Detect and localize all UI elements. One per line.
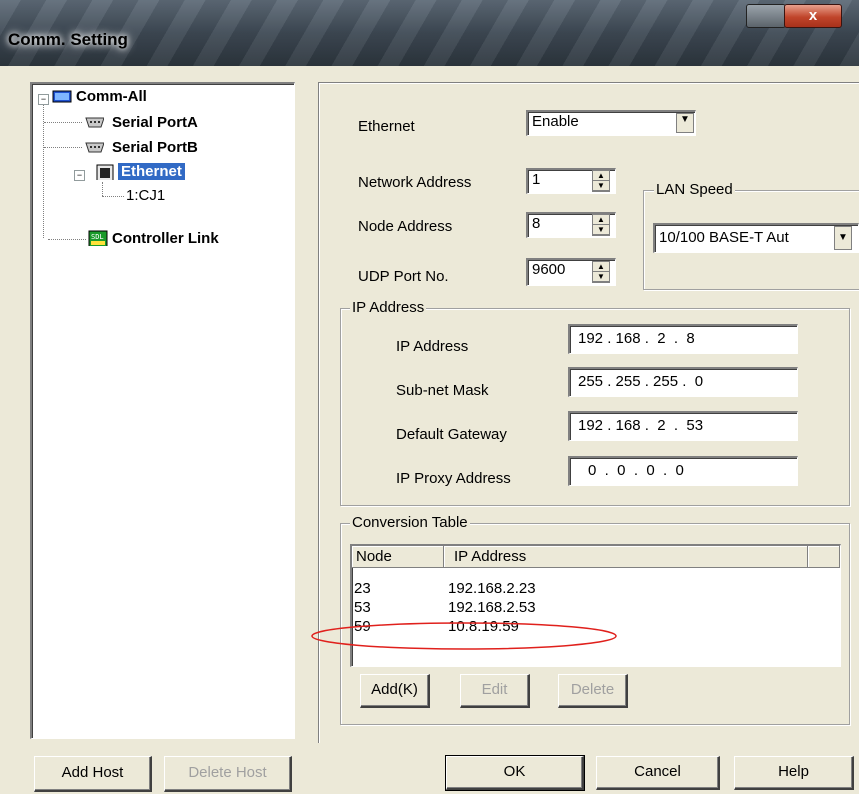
- column-header-ip-address[interactable]: IP Address: [444, 546, 808, 568]
- lan-speed-select[interactable]: 10/100 BASE-T Aut: [653, 223, 859, 253]
- help-button[interactable]: Help: [734, 756, 854, 790]
- tree-item-ethernet[interactable]: Ethernet: [118, 163, 185, 180]
- spin-down-icon[interactable]: ▼: [593, 225, 609, 235]
- table-row-node[interactable]: 23: [354, 580, 371, 597]
- title-bar[interactable]: Comm. Setting x: [0, 0, 859, 66]
- delete-host-button[interactable]: Delete Host: [164, 756, 292, 792]
- table-row-ip[interactable]: 192.168.2.53: [448, 599, 536, 616]
- table-row-ip[interactable]: 192.168.2.23: [448, 580, 536, 597]
- add-host-button[interactable]: Add Host: [34, 756, 152, 792]
- tree-item-comm-all[interactable]: Comm-All: [76, 88, 147, 105]
- subnet-mask-field[interactable]: 255 . 255 . 255 . 0: [568, 367, 798, 397]
- add-button[interactable]: Add(K): [360, 674, 430, 708]
- column-header-blank[interactable]: [808, 546, 840, 568]
- default-gateway-field[interactable]: 192 . 168 . 2 . 53: [568, 411, 798, 441]
- ethernet-select[interactable]: Enable: [526, 110, 696, 136]
- default-gateway-value: 192 . 168 . 2 . 53: [578, 417, 704, 434]
- comm-setting-window: Comm. Setting x − Comm-All Serial PortA …: [0, 0, 859, 794]
- collapse-icon[interactable]: −: [74, 170, 85, 181]
- udp-port-label: UDP Port No.: [358, 268, 449, 285]
- tree-line: [102, 182, 103, 196]
- tree-line: [102, 196, 124, 197]
- lan-speed-title: LAN Speed: [654, 181, 735, 198]
- tree-item-controller-link[interactable]: Controller Link: [112, 230, 219, 247]
- spin-down-icon[interactable]: ▼: [593, 272, 609, 282]
- edit-button[interactable]: Edit: [460, 674, 530, 708]
- ip-address-value: 192 . 168 . 2 . 8: [578, 330, 695, 347]
- udp-port-value: 9600: [532, 261, 566, 278]
- ip-proxy-address-label: IP Proxy Address: [396, 470, 511, 487]
- minimize-button[interactable]: [746, 4, 786, 28]
- controller-link-icon: SDL: [88, 230, 108, 246]
- tree-item-serial-port-b[interactable]: Serial PortB: [112, 139, 198, 156]
- conversion-table-title: Conversion Table: [350, 514, 470, 531]
- tree-line: [44, 147, 82, 148]
- column-header-node[interactable]: Node: [352, 546, 444, 568]
- serial-port-icon: [85, 117, 104, 128]
- node-address-label: Node Address: [358, 218, 453, 235]
- ethernet-value: Enable: [532, 113, 579, 130]
- ok-button[interactable]: OK: [445, 755, 585, 791]
- node-address-value: 8: [532, 215, 541, 232]
- node-address-spinner[interactable]: ▲ ▼: [592, 214, 610, 236]
- subnet-mask-label: Sub-net Mask: [396, 382, 489, 399]
- cancel-button[interactable]: Cancel: [596, 756, 720, 790]
- ip-proxy-address-field[interactable]: 0 . 0 . 0 . 0: [568, 456, 798, 486]
- comm-tree[interactable]: − Comm-All Serial PortA Serial PortB − E…: [30, 82, 295, 739]
- network-address-value: 1: [532, 171, 541, 188]
- network-address-spinner[interactable]: ▲ ▼: [592, 170, 610, 192]
- svg-text:SDL: SDL: [91, 233, 104, 241]
- lan-speed-value: 10/100 BASE-T Aut: [659, 229, 789, 246]
- network-address-label: Network Address: [358, 174, 472, 191]
- network-icon: [52, 90, 72, 103]
- tree-line: [48, 239, 86, 240]
- spin-up-icon[interactable]: ▲: [593, 215, 609, 225]
- ethernet-port-icon: [96, 164, 114, 180]
- spin-down-icon[interactable]: ▼: [593, 181, 609, 191]
- tree-line: [44, 122, 82, 123]
- spin-up-icon[interactable]: ▲: [593, 262, 609, 272]
- tree-line: [43, 105, 44, 238]
- default-gateway-label: Default Gateway: [396, 426, 507, 443]
- close-button[interactable]: x: [784, 4, 842, 28]
- ip-address-group-title: IP Address: [350, 299, 427, 316]
- ip-address-label: IP Address: [396, 338, 469, 355]
- tree-item-cj1[interactable]: 1:CJ1: [126, 187, 165, 204]
- collapse-icon[interactable]: −: [38, 94, 49, 105]
- tree-item-serial-port-a[interactable]: Serial PortA: [112, 114, 198, 131]
- ip-address-field[interactable]: 192 . 168 . 2 . 8: [568, 324, 798, 354]
- spin-up-icon[interactable]: ▲: [593, 171, 609, 181]
- serial-port-icon: [85, 142, 104, 153]
- annotation-ellipse: [311, 622, 617, 650]
- window-title: Comm. Setting: [8, 30, 128, 49]
- delete-button[interactable]: Delete: [558, 674, 628, 708]
- udp-port-spinner[interactable]: ▲ ▼: [592, 261, 610, 283]
- ethernet-label: Ethernet: [358, 118, 415, 135]
- table-row-node[interactable]: 53: [354, 599, 371, 616]
- chevron-down-icon[interactable]: ▼: [676, 113, 694, 133]
- ip-proxy-address-value: 0 . 0 . 0 . 0: [588, 462, 684, 479]
- subnet-mask-value: 255 . 255 . 255 . 0: [578, 373, 704, 390]
- chevron-down-icon[interactable]: ▼: [834, 226, 852, 250]
